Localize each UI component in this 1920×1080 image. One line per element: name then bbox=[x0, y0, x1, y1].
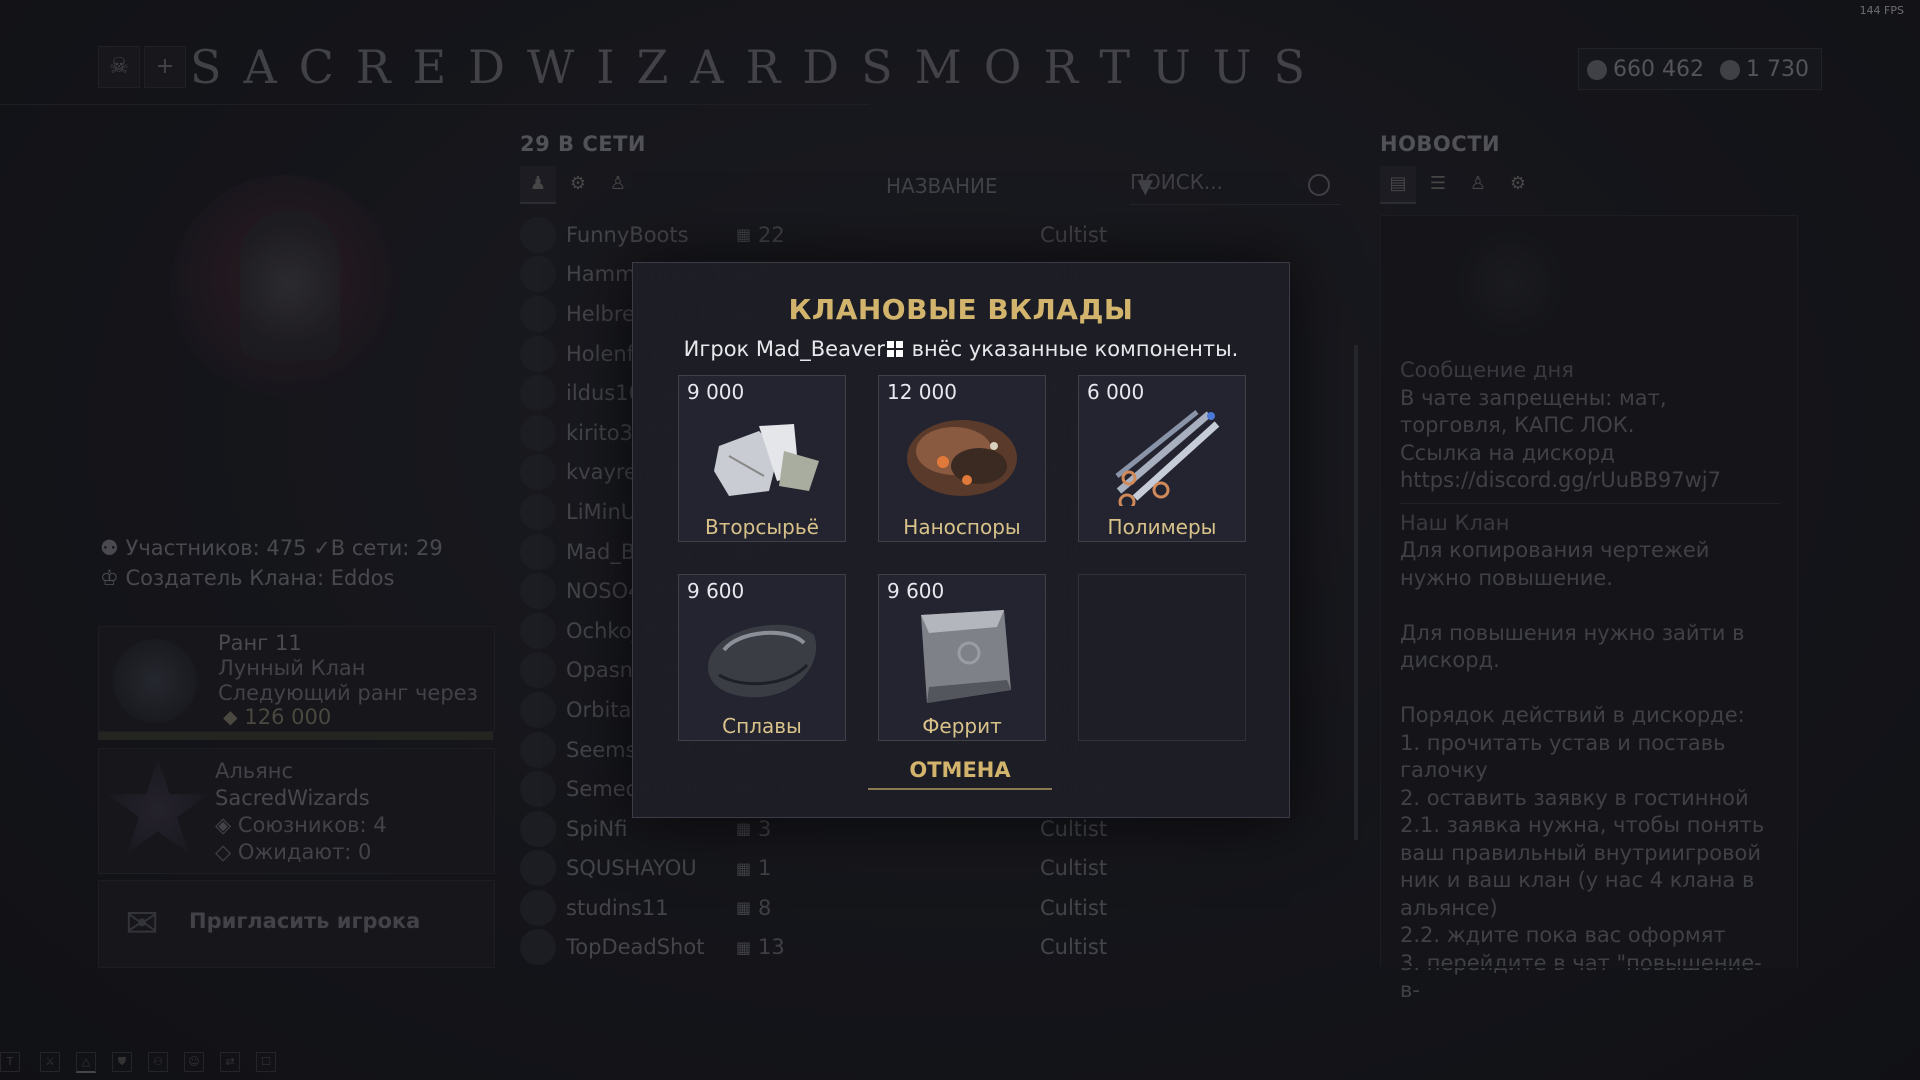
windows-platform-icon bbox=[886, 341, 903, 357]
resource-cell: 9 600 Феррит bbox=[878, 574, 1046, 741]
dialog-subtitle: Игрок Mad_Beaver внёс указанные компонен… bbox=[633, 337, 1289, 361]
resource-quantity: 9 600 bbox=[687, 579, 745, 603]
resource-quantity: 9 600 bbox=[887, 579, 945, 603]
resource-quantity: 9 000 bbox=[687, 380, 745, 404]
resource-label: Вторсырьё bbox=[705, 515, 819, 539]
resource-cell: 9 000 Вторсырьё bbox=[678, 375, 846, 542]
cancel-button[interactable]: ОТМЕНА bbox=[868, 758, 1052, 790]
alloy-plate-icon bbox=[708, 624, 817, 698]
resource-quantity: 6 000 bbox=[1087, 380, 1145, 404]
resource-quantity: 12 000 bbox=[887, 380, 957, 404]
ferrite-icon bbox=[921, 610, 1011, 703]
resource-label: Феррит bbox=[922, 714, 1002, 738]
resource-cell: 12 000 Наноспоры bbox=[878, 375, 1046, 542]
resource-label: Полимеры bbox=[1107, 515, 1217, 539]
dialog-title: КЛАНОВЫЕ ВКЛАДЫ bbox=[788, 293, 1134, 326]
resource-cell: 9 600 Сплавы bbox=[678, 574, 846, 741]
subtitle-text: внёс указанные компоненты. bbox=[911, 337, 1239, 361]
polymer-bundle-icon bbox=[1115, 410, 1220, 506]
empty-resource-cell bbox=[1078, 574, 1246, 741]
salvage-icon bbox=[714, 424, 819, 496]
subtitle-player: Игрок Mad_Beaver bbox=[683, 337, 885, 361]
resource-cell: 6 000 Полимеры bbox=[1078, 375, 1246, 542]
clan-contributions-dialog: КЛАНОВЫЕ ВКЛАДЫ Игрок Mad_Beaver внёс ук… bbox=[632, 262, 1290, 818]
resource-label: Сплавы bbox=[722, 714, 802, 738]
nano-spores-icon bbox=[907, 420, 1017, 496]
resource-label: Наноспоры bbox=[903, 515, 1021, 539]
